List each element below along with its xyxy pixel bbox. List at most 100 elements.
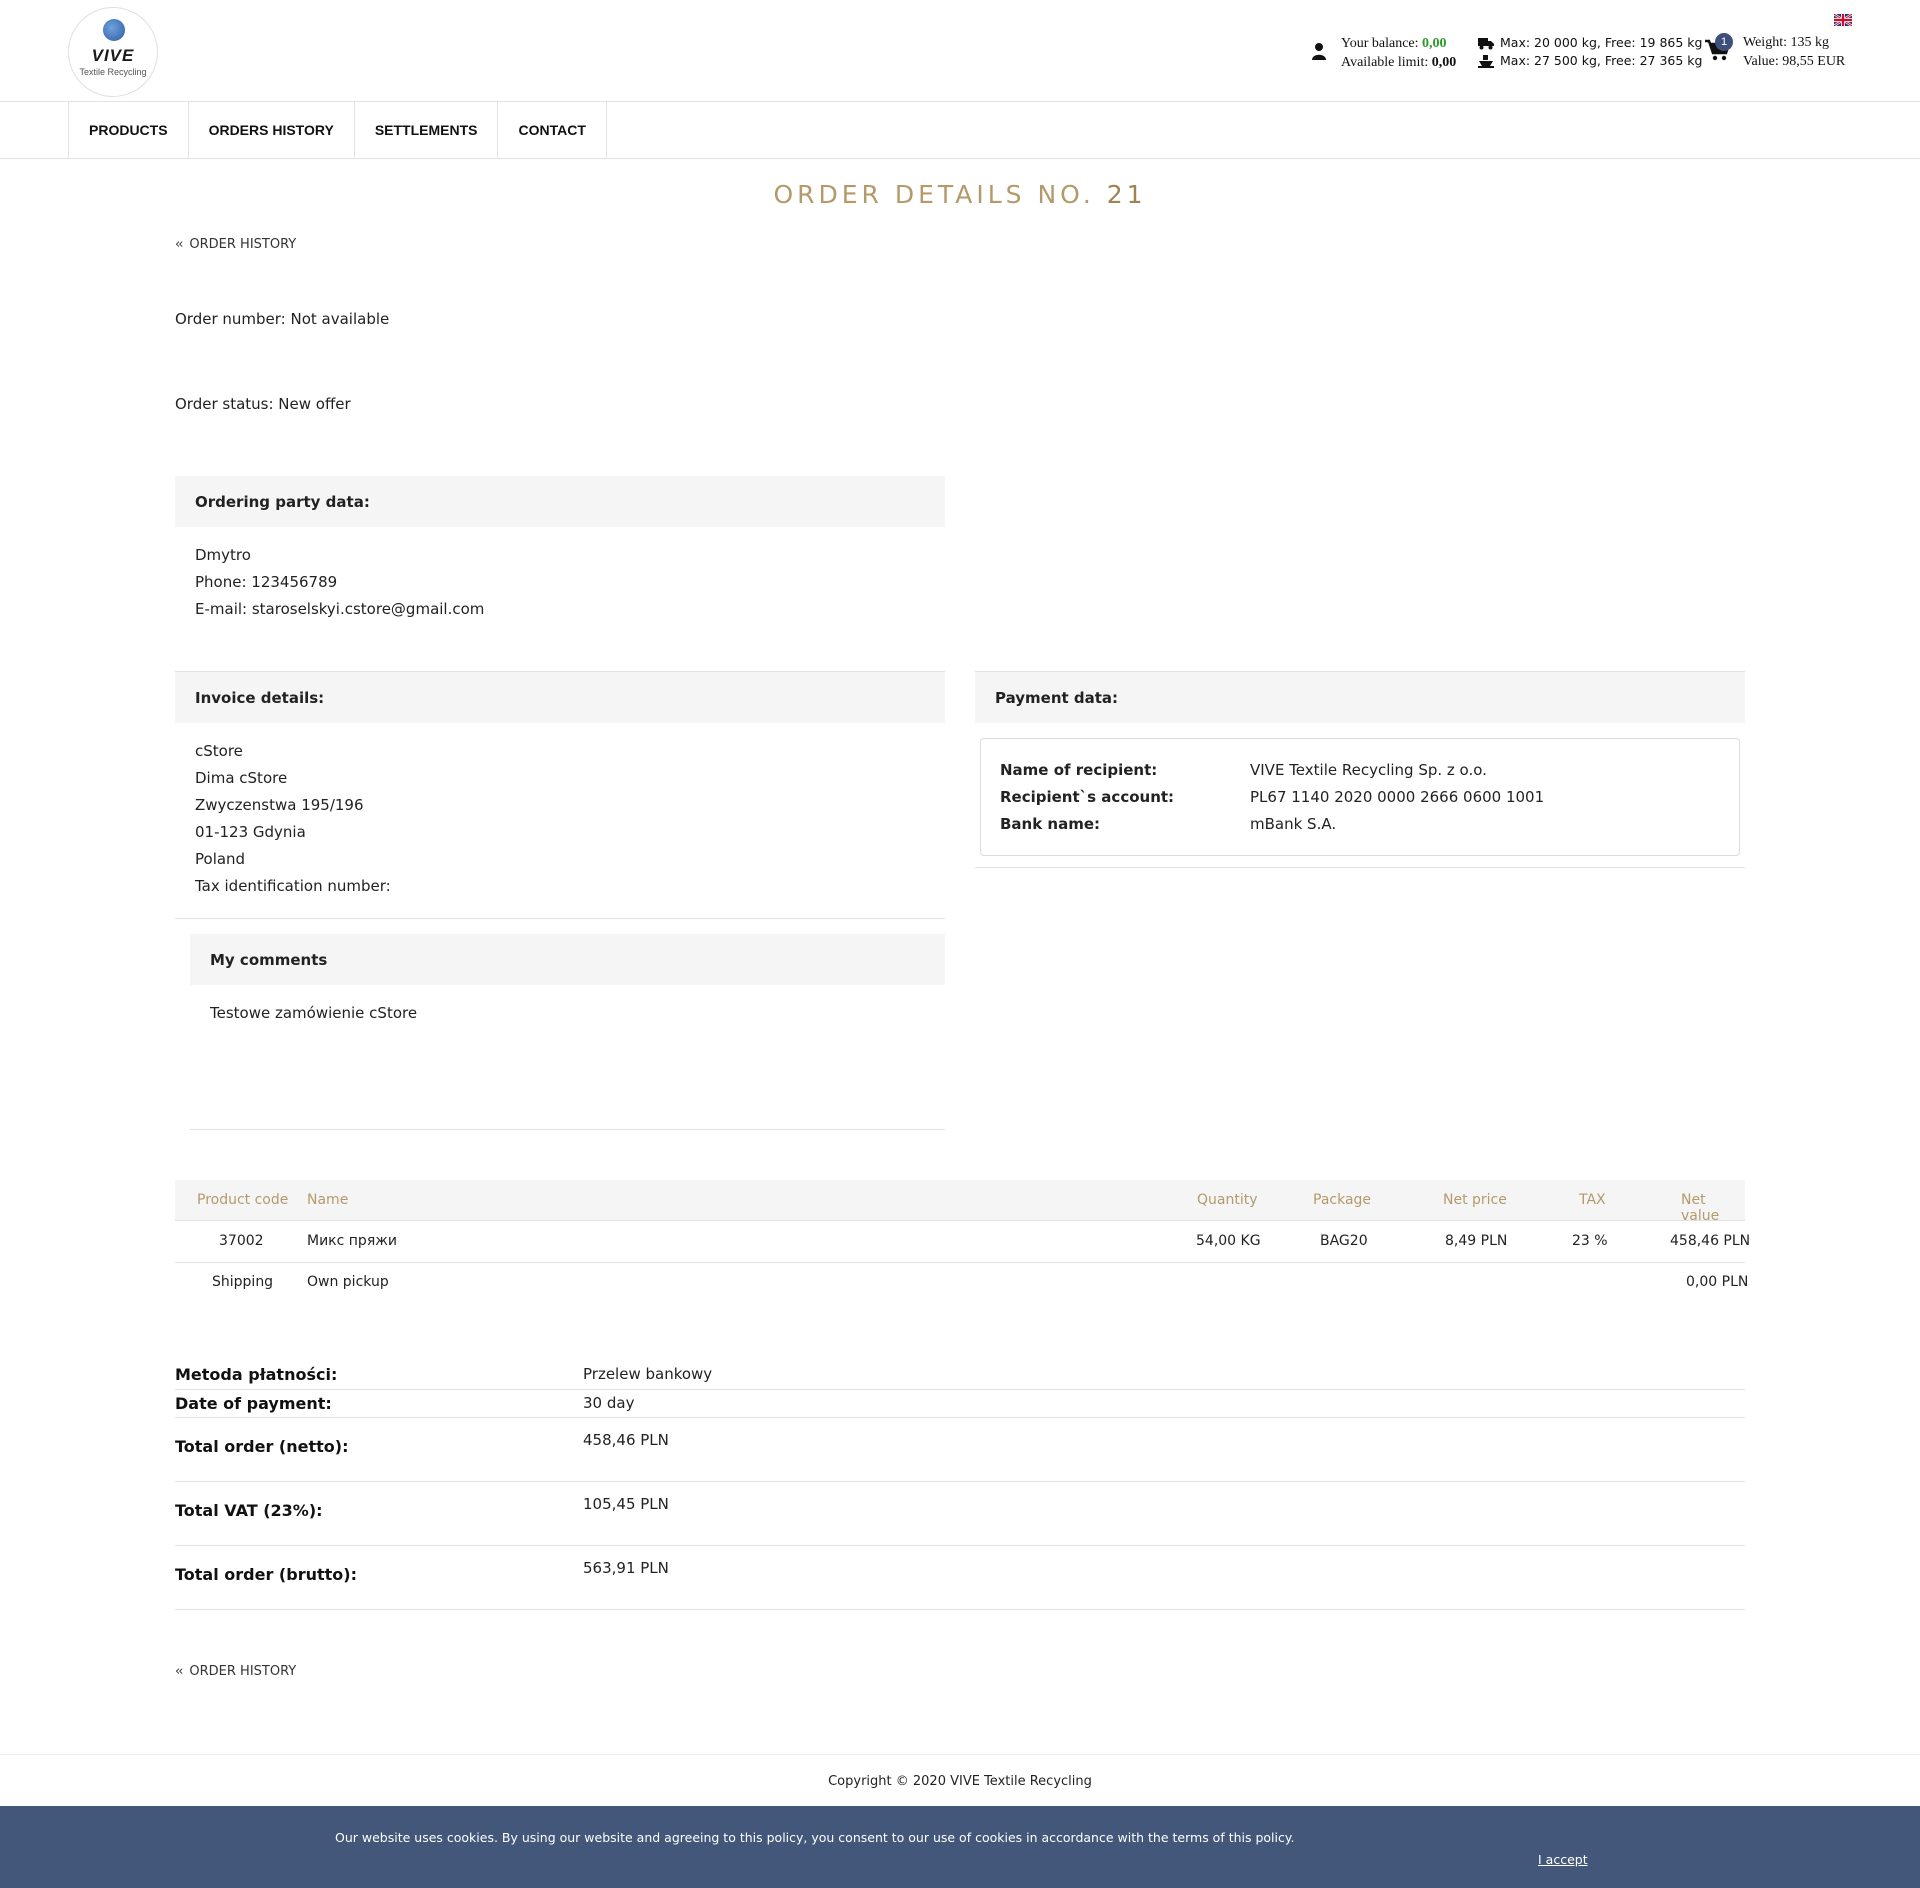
- total-brutto-label: Total order (brutto):: [175, 1565, 357, 1584]
- order-status: Order status: New offer: [175, 395, 351, 413]
- balance-value: 0,00: [1422, 36, 1447, 51]
- payment-recipient-value: VIVE Textile Recycling Sp. z o.o.: [1250, 761, 1487, 779]
- payment-account-label: Recipient`s account:: [1000, 788, 1175, 806]
- divider: [175, 1389, 1745, 1390]
- invoice-company: cStore: [195, 742, 243, 760]
- invoice-data: cStore Dima cStore Zwyczenstwa 195/196 0…: [195, 738, 391, 900]
- divider: [190, 1129, 945, 1130]
- cart-weight: Weight: 135 kg: [1743, 35, 1829, 50]
- comments-text: Testowe zamówienie cStore: [210, 1004, 418, 1022]
- col-product-code: Product code: [197, 1192, 289, 1208]
- copyright: Copyright © 2020 VIVE Textile Recycling: [828, 1774, 1092, 1789]
- limit-value: 0,00: [1431, 55, 1457, 70]
- invoice-street: Zwyczenstwa 195/196: [195, 796, 364, 814]
- invoice-country: Poland: [195, 850, 246, 868]
- cell-net-value: 458,46 PLN: [1670, 1233, 1751, 1249]
- cookie-banner: Our website uses cookies. By using our w…: [0, 1806, 1920, 1888]
- cell-package: BAG20: [1320, 1233, 1368, 1249]
- payment-method-label: Metoda płatności:: [175, 1365, 338, 1384]
- recycle-logo-icon: [103, 19, 125, 41]
- back-link-label: ORDER HISTORY: [189, 1664, 297, 1679]
- col-tax: TAX: [1579, 1192, 1606, 1208]
- payment-method-value: Przelew bankowy: [583, 1365, 713, 1383]
- back-to-order-history-bottom[interactable]: ‹‹ ORDER HISTORY: [175, 1664, 296, 1679]
- payment-account-value: PL67 1140 2020 0000 2666 0600 1001: [1250, 788, 1545, 806]
- payment-recipient-row: Name of recipient: VIVE Textile Recyclin…: [1000, 757, 1487, 784]
- nav-contact[interactable]: CONTACT: [498, 102, 607, 158]
- ordering-party-heading: Ordering party data:: [175, 476, 945, 527]
- logo-brand: VIVE: [91, 46, 135, 65]
- date-of-payment-value: 30 day: [583, 1394, 635, 1412]
- cart-value: Value: 98,55 EUR: [1743, 54, 1846, 69]
- col-net-price: Net price: [1443, 1192, 1507, 1208]
- cell-shipping-code: Shipping: [212, 1274, 274, 1290]
- logo-subtitle: Textile Recycling: [79, 67, 147, 77]
- date-of-payment-label: Date of payment:: [175, 1394, 332, 1413]
- divider: [175, 1481, 1745, 1482]
- cart-summary[interactable]: Weight: 135 kg Value: 98,55 EUR: [1743, 33, 1845, 71]
- total-vat-value: 105,45 PLN: [583, 1495, 669, 1513]
- ordering-party-phone: Phone: 123456789: [195, 573, 338, 591]
- nav-settlements[interactable]: SETTLEMENTS: [355, 102, 499, 158]
- order-number: Order number: Not available: [175, 310, 390, 328]
- truck2-capacity: Max: 27 500 kg, Free: 27 365 kg: [1500, 53, 1703, 68]
- divider: [175, 1262, 1745, 1263]
- page-title-prefix: ORDER DETAILS NO.: [773, 180, 1095, 209]
- double-chevron-left-icon: ‹‹: [175, 1664, 184, 1679]
- double-chevron-left-icon: ‹‹: [175, 237, 184, 252]
- total-netto-label: Total order (netto):: [175, 1437, 349, 1456]
- invoice-contact: Dima cStore: [195, 769, 288, 787]
- footer: Copyright © 2020 VIVE Textile Recycling: [0, 1754, 1920, 1806]
- total-brutto-value: 563,91 PLN: [583, 1559, 669, 1577]
- cell-net-price: 8,49 PLN: [1445, 1233, 1508, 1249]
- truck1-capacity: Max: 20 000 kg, Free: 19 865 kg: [1500, 35, 1703, 50]
- cart-count-badge: 1: [1715, 33, 1733, 51]
- payment-data-box: Name of recipient: VIVE Textile Recyclin…: [980, 738, 1740, 856]
- page-title: ORDER DETAILS NO. 21: [0, 180, 1920, 209]
- payment-recipient-label: Name of recipient:: [1000, 761, 1158, 779]
- ship-icon: [1478, 54, 1494, 68]
- payment-bank-row: Bank name: mBank S.A.: [1000, 811, 1336, 838]
- payment-heading: Payment data:: [975, 672, 1745, 723]
- ordering-party-name: Dmytro: [195, 546, 251, 564]
- account-balance: Your balance: 0,00 Available limit: 0,00: [1341, 34, 1456, 72]
- site-header: VIVE Textile Recycling Your balance: 0,0…: [0, 0, 1920, 102]
- truck-icon: [1478, 37, 1494, 49]
- user-icon[interactable]: [1311, 42, 1327, 60]
- cell-product-name: Микс пряжи: [307, 1233, 397, 1249]
- limit-label: Available limit:: [1341, 55, 1429, 70]
- balance-label: Your balance:: [1341, 36, 1419, 51]
- total-vat-label: Total VAT (23%):: [175, 1501, 323, 1520]
- payment-account-row: Recipient`s account: PL67 1140 2020 0000…: [1000, 784, 1544, 811]
- col-net-value: Net value: [1681, 1192, 1720, 1224]
- nav-products[interactable]: PRODUCTS: [69, 102, 189, 158]
- ordering-party-email: E-mail: staroselskyi.cstore@gmail.com: [195, 600, 485, 618]
- payment-bank-label: Bank name:: [1000, 815, 1101, 833]
- cell-quantity: 54,00 KG: [1196, 1233, 1261, 1249]
- back-to-order-history-top[interactable]: ‹‹ ORDER HISTORY: [175, 237, 296, 252]
- cell-product-code: 37002: [219, 1233, 264, 1249]
- invoice-heading: Invoice details:: [175, 672, 945, 723]
- col-package: Package: [1313, 1192, 1372, 1208]
- main-nav: PRODUCTS ORDERS HISTORY SETTLEMENTS CONT…: [0, 102, 1920, 159]
- payment-bank-value: mBank S.A.: [1250, 815, 1337, 833]
- col-name: Name: [307, 1192, 349, 1208]
- invoice-tax-id: Tax identification number:: [195, 877, 391, 895]
- comments-heading: My comments: [190, 934, 945, 985]
- order-number-title: 21: [1106, 180, 1147, 209]
- total-netto-value: 458,46 PLN: [583, 1431, 669, 1449]
- english-flag-icon[interactable]: [1834, 14, 1852, 26]
- cookie-text: Our website uses cookies. By using our w…: [335, 1830, 1295, 1845]
- cell-tax: 23 %: [1572, 1233, 1608, 1249]
- divider: [175, 1609, 1745, 1610]
- col-quantity: Quantity: [1197, 1192, 1258, 1208]
- back-link-label: ORDER HISTORY: [189, 237, 297, 252]
- vive-logo[interactable]: VIVE Textile Recycling: [68, 7, 158, 97]
- divider: [975, 867, 1745, 868]
- divider: [175, 918, 945, 919]
- truck-capacity: Max: 20 000 kg, Free: 19 865 kg Max: 27 …: [1478, 34, 1702, 70]
- nav-orders-history[interactable]: ORDERS HISTORY: [189, 102, 355, 158]
- invoice-city: 01-123 Gdynia: [195, 823, 306, 841]
- cell-shipping-value: 0,00 PLN: [1686, 1274, 1749, 1290]
- cookie-accept-button[interactable]: I accept: [1538, 1852, 1588, 1867]
